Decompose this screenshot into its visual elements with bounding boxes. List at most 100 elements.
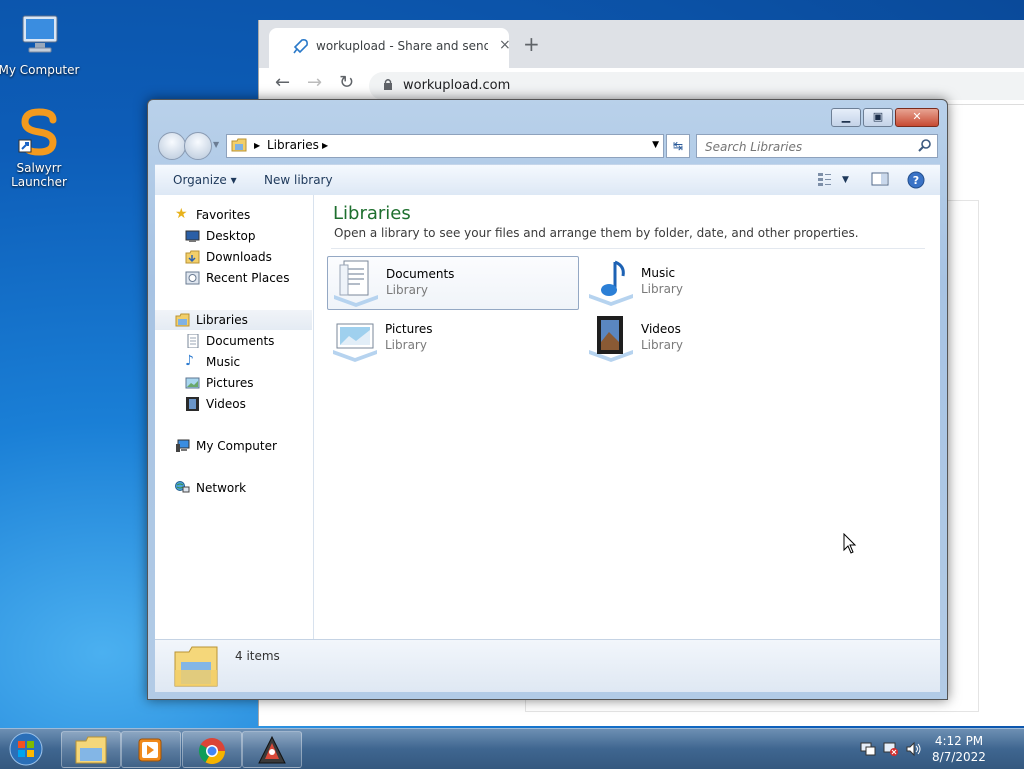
refresh-button[interactable]: ↹ (666, 134, 690, 158)
nav-music[interactable]: ♪ Music (155, 352, 312, 372)
item-count: 4 items (235, 649, 280, 663)
forward-button[interactable]: → (307, 72, 322, 93)
computer-icon (22, 15, 58, 53)
nav-label: Music (206, 355, 241, 369)
videos-library-icon (589, 316, 633, 362)
desktop-icon-my-computer[interactable]: My Computer (0, 10, 81, 77)
action-center-icon[interactable] (860, 741, 876, 757)
breadcrumb-libraries[interactable]: Libraries (267, 138, 319, 152)
breadcrumb-arrow-icon[interactable]: ▶ (322, 141, 328, 150)
nav-downloads[interactable]: Downloads (155, 247, 312, 267)
film-icon (186, 397, 199, 411)
clock[interactable]: 4:12 PM 8/7/2022 (924, 733, 994, 765)
help-icon[interactable]: ? (907, 171, 925, 189)
page-subtitle: Open a library to see your files and arr… (334, 226, 859, 240)
document-icon (187, 334, 199, 348)
library-documents[interactable]: Documents Library (327, 256, 579, 310)
close-button[interactable]: ✕ (895, 108, 939, 127)
taskbar-media-player-button[interactable] (121, 731, 181, 768)
libraries-folder-icon (175, 313, 190, 327)
forward-button[interactable] (184, 132, 212, 160)
reload-button[interactable]: ↻ (339, 72, 354, 93)
taskbar-chrome-button[interactable] (182, 731, 242, 768)
search-icon (918, 139, 931, 152)
taskbar-java-app-button[interactable] (242, 731, 302, 768)
minimize-button[interactable]: ▁ (831, 108, 861, 127)
network-icon (175, 481, 190, 493)
documents-library-icon (334, 260, 378, 307)
browser-tab[interactable]: workupload - Share and send lar × (269, 28, 511, 68)
tab-title: workupload - Share and send lar (316, 39, 488, 53)
close-icon: ✕ (912, 110, 922, 123)
library-name: Pictures (385, 322, 433, 336)
salwyrr-logo-icon (18, 108, 57, 156)
nav-desktop[interactable]: Desktop (155, 226, 312, 246)
new-tab-button[interactable]: + (523, 32, 540, 56)
desktop-icon-label: My Computer (0, 63, 80, 77)
nav-network[interactable]: Network (155, 478, 312, 498)
library-pictures[interactable]: Pictures Library (327, 312, 577, 364)
taskbar-explorer-button[interactable] (61, 731, 121, 768)
library-type: Library (641, 282, 683, 296)
library-type: Library (641, 338, 683, 352)
nav-label: Documents (206, 334, 275, 348)
back-button[interactable]: ← (275, 72, 290, 93)
nav-my-computer[interactable]: My Computer (155, 436, 312, 456)
address-bar[interactable]: workupload.com (369, 72, 1024, 100)
chrome-icon (198, 738, 226, 765)
library-type: Library (385, 338, 427, 352)
start-button-icon[interactable] (6, 731, 46, 767)
folder-icon (75, 736, 107, 764)
address-dropdown-icon[interactable]: ▼ (652, 140, 659, 150)
address-bar[interactable]: ▶ Libraries ▶ ▼ (226, 134, 664, 158)
library-music[interactable]: Music Library (583, 256, 833, 308)
organize-button[interactable]: Organize ▾ (173, 173, 237, 187)
desktop-icon-salwyrr-launcher[interactable]: Salwyrr Launcher (0, 108, 81, 189)
java-app-icon (258, 735, 286, 764)
nav-label: Desktop (206, 229, 256, 243)
back-button[interactable] (158, 132, 186, 160)
view-dropdown-icon[interactable]: ▼ (842, 175, 849, 185)
view-options-icon[interactable] (817, 171, 833, 187)
nav-documents[interactable]: Documents (155, 331, 312, 351)
computer-icon (176, 439, 190, 452)
libraries-large-icon (174, 646, 218, 687)
lock-icon (384, 79, 392, 90)
maximize-button[interactable]: ▣ (863, 108, 893, 127)
content-area: Libraries Open a library to see your fil… (325, 195, 935, 639)
rocket-icon (293, 39, 308, 54)
tab-close-icon[interactable]: × (499, 37, 511, 53)
navigation-pane: ★ Favorites Desktop Downloads Recent Pla… (155, 195, 314, 639)
search-box[interactable] (696, 134, 938, 158)
library-name: Music (641, 266, 676, 280)
new-library-button[interactable]: New library (264, 173, 333, 187)
divider (331, 248, 925, 249)
recent-places-icon (185, 271, 200, 285)
nav-favorites[interactable]: ★ Favorites (155, 205, 312, 225)
clock-time: 4:12 PM (934, 734, 984, 748)
svg-text:?: ? (913, 174, 919, 187)
library-videos[interactable]: Videos Library (583, 312, 833, 364)
mouse-cursor-icon (843, 533, 857, 554)
breadcrumb-arrow-icon[interactable]: ▶ (254, 141, 260, 150)
star-icon: ★ (175, 206, 188, 222)
nav-recent-places[interactable]: Recent Places (155, 268, 312, 288)
recent-pages-dropdown-icon[interactable]: ▼ (213, 140, 219, 149)
library-name: Videos (641, 322, 681, 336)
pictures-library-icon (333, 323, 377, 362)
network-disconnected-icon[interactable] (883, 741, 899, 757)
library-name: Documents (386, 267, 455, 281)
nav-videos[interactable]: Videos (155, 394, 312, 414)
volume-icon[interactable] (906, 741, 922, 757)
address-row: ▼ ▶ Libraries ▶ ▼ ↹ (156, 132, 939, 160)
explorer-window: ▁ ▣ ✕ ▼ ▶ Libraries ▶ ▼ ↹ Organize ▾ (147, 99, 948, 700)
preview-pane-icon[interactable] (871, 171, 889, 187)
taskbar: 4:12 PM 8/7/2022 (0, 728, 1024, 769)
nav-pictures[interactable]: Pictures (155, 373, 312, 393)
restore-icon: ▣ (872, 110, 884, 123)
url-text: workupload.com (403, 78, 511, 93)
search-input[interactable] (703, 137, 907, 157)
minimize-icon: ▁ (841, 110, 851, 123)
desktop-icon (185, 230, 200, 242)
nav-libraries[interactable]: Libraries (155, 310, 312, 330)
